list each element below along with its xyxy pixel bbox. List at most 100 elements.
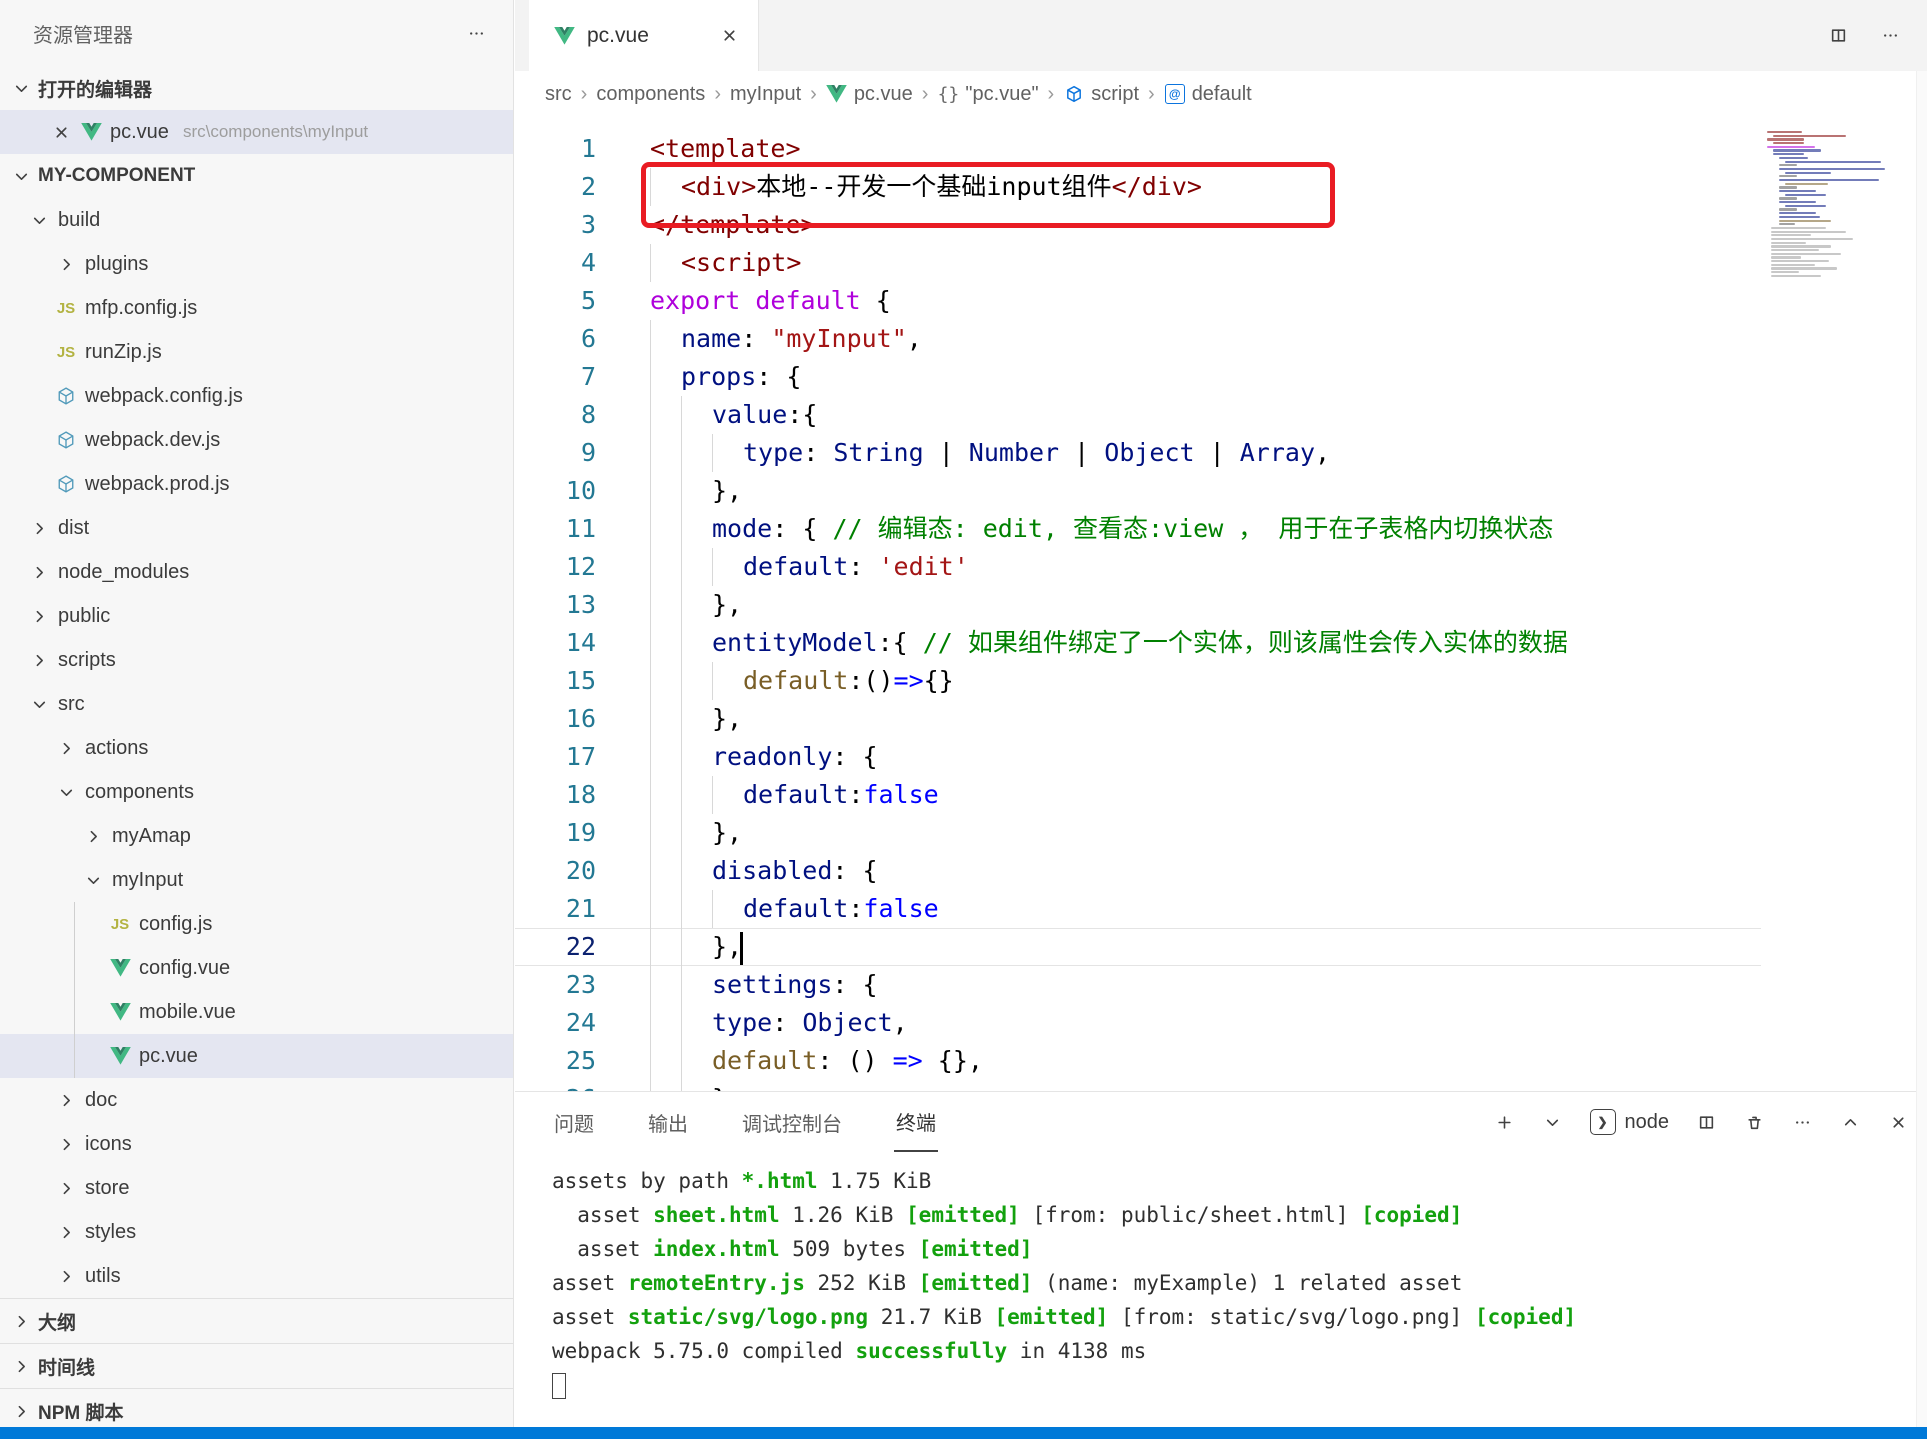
indent-guide [681,548,712,586]
split-editor-icon[interactable] [1827,25,1849,47]
code-line-17[interactable]: 17readonly: { [515,738,1762,776]
more-actions-icon[interactable] [465,22,487,44]
tree-item-build[interactable]: build [0,198,513,242]
open-editors-header[interactable]: 打开的编辑器 [0,66,513,110]
code-line-24[interactable]: 24type: Object, [515,1004,1762,1042]
kill-terminal-icon[interactable] [1743,1111,1765,1133]
code-line-6[interactable]: 6name: "myInput", [515,320,1762,358]
tree-item-webpack-prod-js[interactable]: webpack.prod.js [0,462,513,506]
sidebar-section-时间线[interactable]: 时间线 [0,1343,513,1388]
tree-item-styles[interactable]: styles [0,1210,513,1254]
code-line-7[interactable]: 7props: { [515,358,1762,396]
close-icon[interactable] [718,25,740,47]
minimap[interactable] [1761,117,1917,1091]
tree-item-icons[interactable]: icons [0,1122,513,1166]
tree-item-utils[interactable]: utils [0,1254,513,1298]
new-terminal-icon[interactable] [1494,1111,1516,1133]
breadcrumb-item--pc-vue-[interactable]: {}"pc.vue" [937,83,1038,106]
panel-tab-输出[interactable]: 输出 [646,1094,690,1151]
code-text: type: String | Number | Object | Array, [650,434,1330,472]
code-line-16[interactable]: 16}, [515,700,1762,738]
code-line-21[interactable]: 21default:false [515,890,1762,928]
terminal-profile-item[interactable]: ❯ node [1590,1109,1670,1135]
indent-guide [650,244,681,282]
tree-item-node-modules[interactable]: node_modules [0,550,513,594]
indent-guide [681,510,712,548]
code-line-22[interactable]: 22}, [515,928,1762,966]
line-number: 20 [515,852,596,890]
more-actions-icon[interactable] [1791,1111,1813,1133]
tree-item-store[interactable]: store [0,1166,513,1210]
tree-item-actions[interactable]: actions [0,726,513,770]
code-line-11[interactable]: 11mode: { // 编辑态: edit, 查看态:view ， 用于在子表… [515,510,1762,548]
breadcrumb-item-pc-vue[interactable]: pc.vue [826,83,913,106]
code-line-23[interactable]: 23settings: { [515,966,1762,1004]
project-root-label: MY-COMPONENT [38,165,195,187]
tree-item-config-js[interactable]: JSconfig.js [0,902,513,946]
tree-item-label: utils [85,1265,121,1288]
code-line-13[interactable]: 13}, [515,586,1762,624]
more-actions-icon[interactable] [1879,25,1901,47]
tree-item-pc-vue[interactable]: pc.vue [0,1034,513,1078]
tree-item-mfp-config-js[interactable]: JSmfp.config.js [0,286,513,330]
tree-item-plugins[interactable]: plugins [0,242,513,286]
tree-item-myinput[interactable]: myInput [0,858,513,902]
code-text: <script> [650,244,801,282]
minimap-line [1779,208,1797,210]
tree-item-myamap[interactable]: myAmap [0,814,513,858]
close-panel-icon[interactable] [1887,1111,1909,1133]
maximize-panel-icon[interactable] [1839,1111,1861,1133]
minimap-line [1779,179,1879,181]
terminal-line: asset remoteEntry.js 252 KiB [emitted] (… [552,1266,1927,1300]
tree-item-public[interactable]: public [0,594,513,638]
tree-item-webpack-config-js[interactable]: webpack.config.js [0,374,513,418]
code-line-15[interactable]: 15default:()=>{} [515,662,1762,700]
sidebar-section-大纲[interactable]: 大纲 [0,1298,513,1343]
code-line-26[interactable]: 26} [515,1080,1762,1091]
line-number: 11 [515,510,596,548]
code-line-8[interactable]: 8value:{ [515,396,1762,434]
panel-tab-终端[interactable]: 终端 [894,1093,938,1152]
breadcrumb-item-default[interactable]: @default [1164,83,1252,106]
breadcrumb-item-myinput[interactable]: myInput [730,83,801,106]
code-line-19[interactable]: 19}, [515,814,1762,852]
tab-pc-vue[interactable]: pc.vue [529,0,759,71]
tree-item-scripts[interactable]: scripts [0,638,513,682]
tree-item-runzip-js[interactable]: JSrunZip.js [0,330,513,374]
terminal-output[interactable]: assets by path *.html 1.75 KiB asset she… [515,1152,1927,1402]
code-line-25[interactable]: 25default: () => {}, [515,1042,1762,1080]
code-editor[interactable]: 1<template>2<div>本地--开发一个基础input组件</div>… [515,117,1927,1091]
project-root-header[interactable]: MY-COMPONENT [0,154,513,198]
code-line-4[interactable]: 4<script> [515,244,1762,282]
tree-item-components[interactable]: components [0,770,513,814]
code-line-18[interactable]: 18default:false [515,776,1762,814]
code-text: readonly: { [650,738,878,776]
code-line-14[interactable]: 14entityModel:{ // 如果组件绑定了一个实体，则该属性会传入实体… [515,624,1762,662]
tree-item-mobile-vue[interactable]: mobile.vue [0,990,513,1034]
tree-item-config-vue[interactable]: config.vue [0,946,513,990]
code-line-20[interactable]: 20disabled: { [515,852,1762,890]
code-line-10[interactable]: 10}, [515,472,1762,510]
panel-tab-调试控制台[interactable]: 调试控制台 [740,1094,844,1151]
breadcrumb-item-script[interactable]: script [1063,83,1139,106]
tree-item-label: webpack.dev.js [85,429,220,452]
tree-item-doc[interactable]: doc [0,1078,513,1122]
split-terminal-icon[interactable] [1695,1111,1717,1133]
tree-item-label: icons [85,1133,132,1156]
chevron-down-icon[interactable] [1542,1111,1564,1133]
code-line-5[interactable]: 5export default { [515,282,1762,320]
panel-tab-问题[interactable]: 问题 [552,1094,596,1151]
indent-guide [681,586,712,624]
scrollbar[interactable] [1916,71,1927,1427]
tree-item-label: runZip.js [85,341,162,364]
tree-item-src[interactable]: src [0,682,513,726]
code-line-9[interactable]: 9type: String | Number | Object | Array, [515,434,1762,472]
open-editor-item-pc.vue[interactable]: pc.vuesrc\components\myInput [0,110,513,154]
indent-guide [650,852,681,890]
breadcrumb-item-components[interactable]: components [596,83,705,106]
breadcrumb-item-src[interactable]: src [545,83,572,106]
tree-item-webpack-dev-js[interactable]: webpack.dev.js [0,418,513,462]
tree-item-dist[interactable]: dist [0,506,513,550]
tree-item-label: scripts [58,649,116,672]
code-line-12[interactable]: 12default: 'edit' [515,548,1762,586]
